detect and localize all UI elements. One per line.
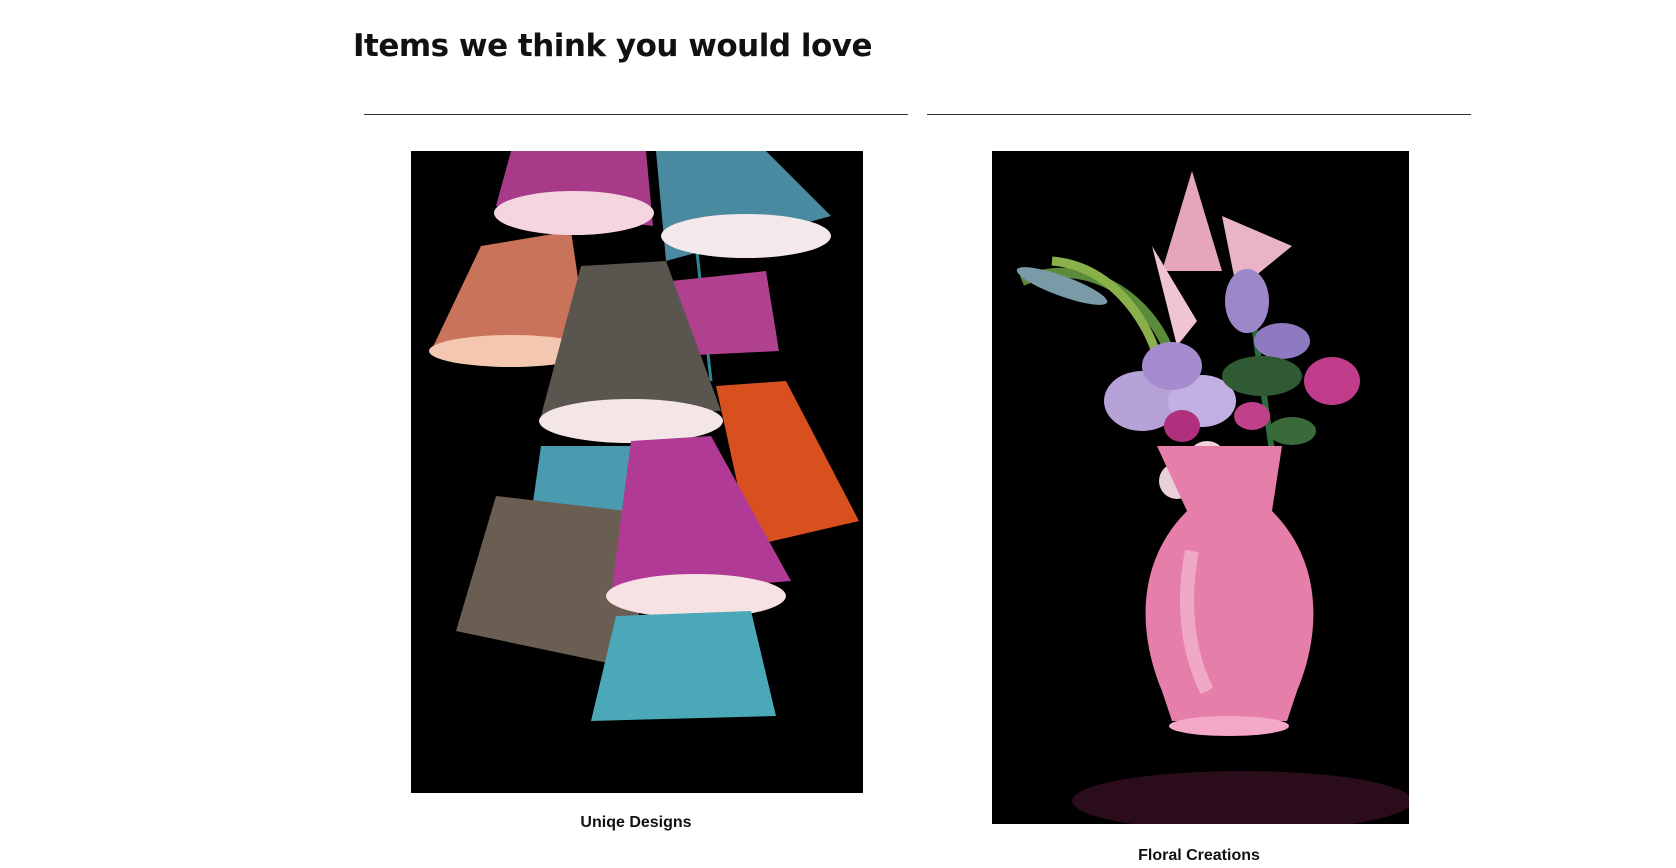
product-caption[interactable]: Uniqe Designs — [364, 814, 908, 832]
product-card: Floral Creations — [927, 112, 1471, 868]
section-title: Items we think you would love — [353, 28, 873, 64]
product-caption[interactable]: Floral Creations — [927, 847, 1471, 865]
divider — [364, 114, 908, 115]
divider — [927, 114, 1471, 115]
product-image-lampshades[interactable] — [411, 151, 863, 793]
product-image-floral-vase[interactable] — [992, 151, 1409, 824]
product-card: Uniqe Designs — [364, 112, 908, 868]
